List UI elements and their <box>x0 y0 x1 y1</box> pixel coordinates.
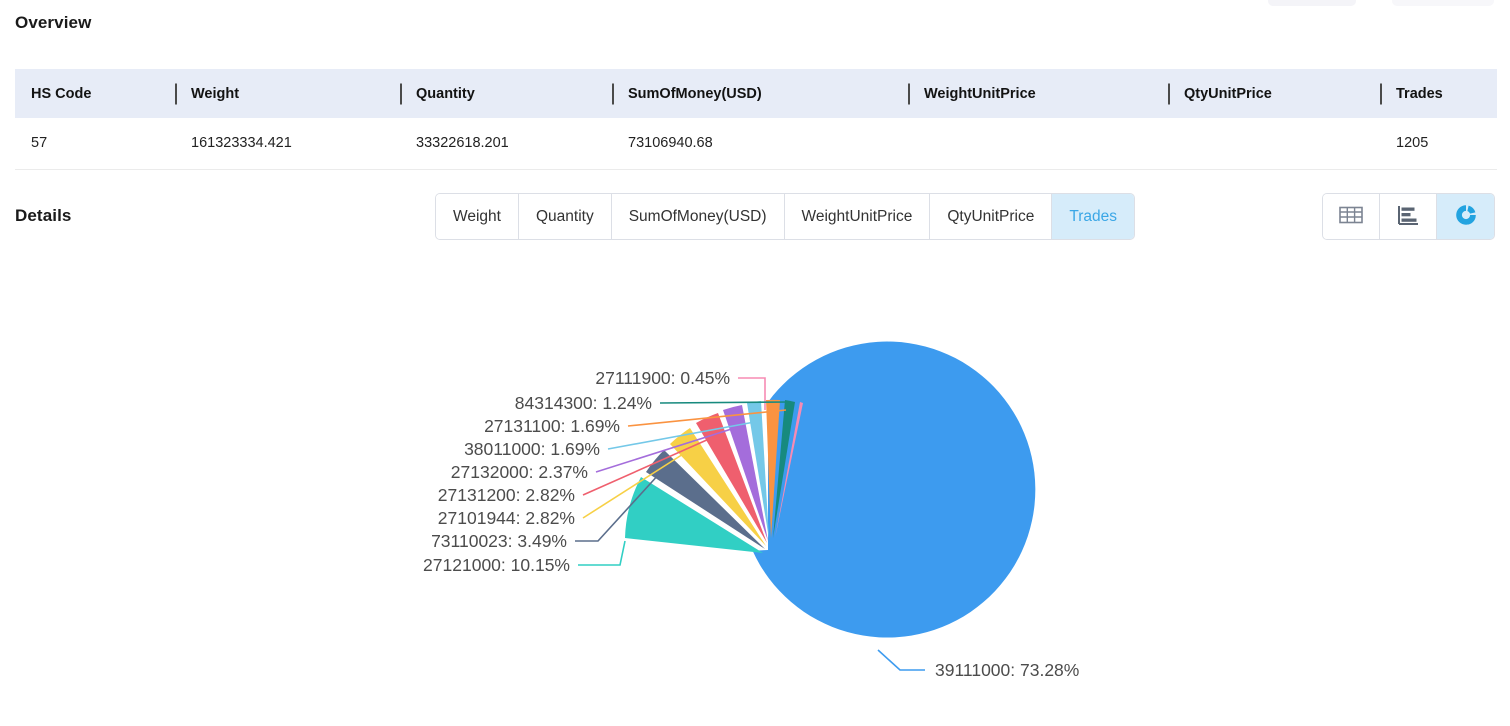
overview-table-head: HS Code Weight Quantity SumOfMoney(USD) … <box>15 69 1497 118</box>
column-header-weightunitprice: WeightUnitPrice <box>908 69 1168 118</box>
cell-quantity: 33322618.201 <box>400 118 612 170</box>
pie-label-27121000: 27121000: 10.15% <box>423 555 570 575</box>
cell-sumofmoney: 73106940.68 <box>612 118 908 170</box>
ghost-card-right <box>1392 0 1494 6</box>
table-view-button[interactable] <box>1323 194 1380 239</box>
cell-qtyunitprice <box>1168 118 1380 170</box>
tab-trades[interactable]: Trades <box>1052 194 1135 239</box>
pie-label-27131100: 27131100: 1.69% <box>484 416 620 436</box>
table-header-row: HS Code Weight Quantity SumOfMoney(USD) … <box>15 69 1497 118</box>
pie-label-39111000: 39111000: 73.28% <box>935 660 1079 680</box>
pie-label-27111900: 27111900: 0.45% <box>595 368 730 388</box>
pie-chart-svg[interactable]: 27111900: 0.45% 84314300: 1.24% 27131100… <box>0 250 1510 726</box>
column-header-hs-code: HS Code <box>15 69 175 118</box>
pie-label-73110023: 73110023: 3.49% <box>431 531 567 551</box>
leader-line-84314300 <box>659 401 791 404</box>
pie-label-27101944: 27101944: 2.82% <box>438 508 575 528</box>
column-header-qtyunitprice: QtyUnitPrice <box>1168 69 1380 118</box>
bar-chart-view-button[interactable] <box>1380 194 1437 239</box>
view-mode-button-group <box>1322 193 1495 240</box>
pie-chart-icon <box>1453 202 1479 231</box>
page-root: Overview HS Code Weight Quantity SumOfMo… <box>0 0 1510 726</box>
bar-chart-icon <box>1397 205 1419 228</box>
pie-label-27131200: 27131200: 2.82% <box>438 485 575 505</box>
cell-weight: 161323334.421 <box>175 118 400 170</box>
overview-table-body: 57 161323334.421 33322618.201 73106940.6… <box>15 118 1497 170</box>
tab-weightunitprice[interactable]: WeightUnitPrice <box>784 194 931 239</box>
column-header-weight: Weight <box>175 69 400 118</box>
column-header-sumofmoney: SumOfMoney(USD) <box>612 69 908 118</box>
tab-weight[interactable]: Weight <box>436 194 519 239</box>
details-section-title: Details <box>15 206 72 225</box>
tab-quantity[interactable]: Quantity <box>518 194 612 239</box>
pie-chart-view-button[interactable] <box>1437 194 1494 239</box>
metric-tab-group: Weight Quantity SumOfMoney(USD) WeightUn… <box>435 193 1136 240</box>
table-grid-icon <box>1339 205 1363 228</box>
cell-hs-code: 57 <box>15 118 175 170</box>
column-header-trades: Trades <box>1380 69 1497 118</box>
pie-label-27132000: 27132000: 2.37% <box>451 462 588 482</box>
pie-label-84314300: 84314300: 1.24% <box>515 393 652 413</box>
leader-line-27121000 <box>578 540 626 566</box>
pie-chart-container: 27111900: 0.45% 84314300: 1.24% 27131100… <box>0 250 1510 726</box>
overview-table: HS Code Weight Quantity SumOfMoney(USD) … <box>15 69 1497 170</box>
pie-slice-39111000[interactable] <box>752 341 1036 638</box>
overview-section-title: Overview <box>15 13 92 32</box>
leader-line-39111000 <box>877 649 925 671</box>
pie-label-38011000: 38011000: 1.69% <box>464 439 600 459</box>
tab-sumofmoney[interactable]: SumOfMoney(USD) <box>611 194 785 239</box>
table-row: 57 161323334.421 33322618.201 73106940.6… <box>15 118 1497 170</box>
column-header-quantity: Quantity <box>400 69 612 118</box>
ghost-card-left <box>1268 0 1356 6</box>
tab-qtyunitprice[interactable]: QtyUnitPrice <box>930 194 1053 239</box>
cell-trades: 1205 <box>1380 118 1497 170</box>
cell-weightunitprice <box>908 118 1168 170</box>
